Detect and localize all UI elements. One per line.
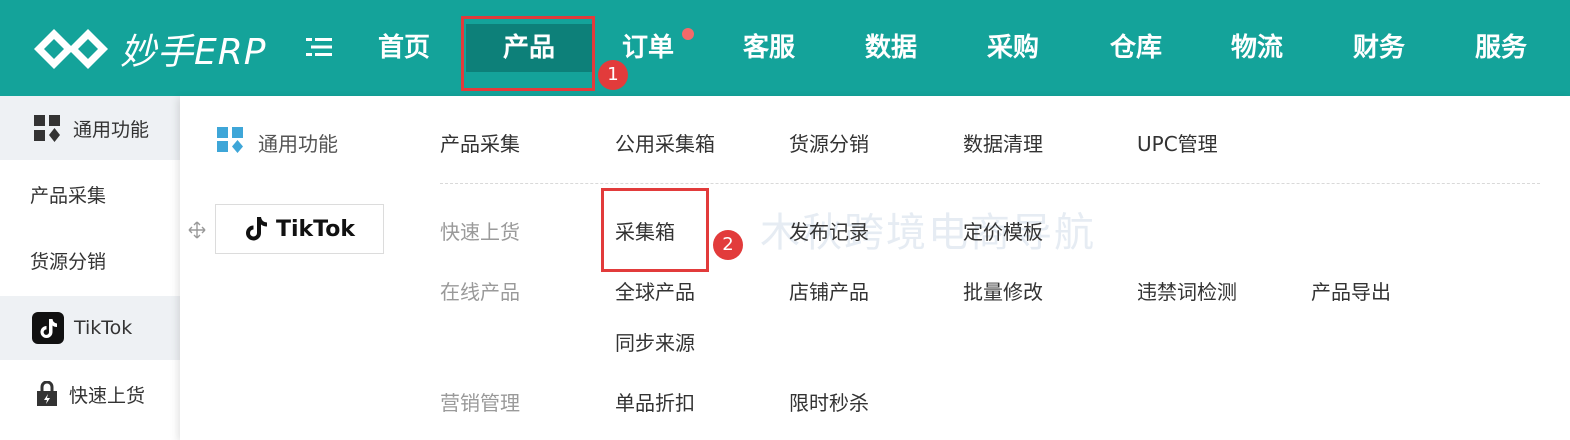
- link-product-collect[interactable]: 产品采集: [440, 128, 520, 157]
- tiktok-logo-icon: [245, 217, 267, 241]
- link-batch-edit[interactable]: 批量修改: [963, 276, 1043, 305]
- sidebar-item-common[interactable]: 通用功能: [0, 96, 180, 160]
- link-banned-word-check[interactable]: 违禁词检测: [1137, 276, 1237, 305]
- dropdown-common-title[interactable]: 通用功能: [258, 128, 338, 157]
- sidebar-item-label: 货源分销: [30, 250, 107, 273]
- highlight-box-2: [601, 188, 709, 272]
- section-title-quick-listing: 快速上货: [440, 220, 520, 244]
- sidebar: 通用功能 产品采集 货源分销 TikTok 快速上货: [0, 96, 180, 440]
- sidebar-item-product-collect[interactable]: 产品采集: [0, 162, 180, 226]
- nav-services[interactable]: 服务: [1475, 24, 1527, 72]
- link-sync-source[interactable]: 同步来源: [615, 327, 695, 356]
- link-upc-management[interactable]: UPC管理: [1137, 128, 1218, 157]
- dropdown-divider: [440, 183, 1540, 184]
- nav-logistics[interactable]: 物流: [1231, 24, 1283, 72]
- link-global-products[interactable]: 全球产品: [615, 276, 695, 305]
- link-flash-sale[interactable]: 限时秒杀: [789, 387, 869, 416]
- platform-tiktok-card[interactable]: TikTok: [215, 204, 384, 254]
- tiktok-icon: [32, 312, 64, 344]
- grid-icon: [34, 115, 60, 142]
- highlight-box-1: [461, 16, 595, 91]
- nav-home[interactable]: 首页: [378, 24, 430, 72]
- link-single-discount[interactable]: 单品折扣: [615, 387, 695, 416]
- notification-dot: [682, 28, 694, 40]
- products-dropdown-panel: [180, 96, 1570, 440]
- sidebar-item-label: 通用功能: [73, 118, 150, 141]
- section-title-marketing: 营销管理: [440, 391, 520, 415]
- nav-warehouse[interactable]: 仓库: [1110, 24, 1162, 72]
- step-badge-2: 2: [713, 230, 743, 260]
- nav-data[interactable]: 数据: [865, 24, 917, 72]
- step-badge-1: 1: [598, 60, 628, 90]
- link-store-products[interactable]: 店铺产品: [789, 276, 869, 305]
- menu-toggle-icon[interactable]: [306, 36, 332, 62]
- nav-orders[interactable]: 订单: [622, 24, 674, 72]
- link-product-export[interactable]: 产品导出: [1311, 276, 1391, 305]
- logo-text: 妙手ERP: [120, 32, 267, 73]
- sidebar-item-source-distribution[interactable]: 货源分销: [0, 228, 180, 292]
- sidebar-item-tiktok[interactable]: TikTok: [0, 296, 180, 360]
- tiktok-card-label: TikTok: [275, 216, 355, 242]
- lock-bag-icon: [37, 381, 57, 406]
- grid-color-icon: [217, 127, 243, 153]
- sidebar-item-label: 快速上货: [69, 384, 146, 407]
- app-logo[interactable]: 妙手ERP: [30, 20, 266, 78]
- nav-finance[interactable]: 财务: [1353, 24, 1405, 72]
- link-pricing-template[interactable]: 定价模板: [963, 216, 1043, 245]
- nav-customer-service[interactable]: 客服: [743, 24, 795, 72]
- move-icon: [188, 221, 206, 239]
- sidebar-item-quick-listing[interactable]: 快速上货: [0, 362, 180, 426]
- link-public-collect-box[interactable]: 公用采集箱: [615, 128, 715, 157]
- logo-icon: [34, 29, 108, 69]
- top-navigation-bar: 妙手ERP 首页 产品 订单 客服 数据 采购 仓库 物流 财务 服务: [0, 0, 1570, 96]
- link-publish-records[interactable]: 发布记录: [789, 216, 869, 245]
- link-source-distribution[interactable]: 货源分销: [789, 128, 869, 157]
- link-data-cleanup[interactable]: 数据清理: [963, 128, 1043, 157]
- sidebar-item-label: 产品采集: [30, 184, 107, 207]
- sidebar-item-label: TikTok: [74, 317, 133, 339]
- nav-purchase[interactable]: 采购: [987, 24, 1039, 72]
- section-title-online-products: 在线产品: [440, 280, 520, 304]
